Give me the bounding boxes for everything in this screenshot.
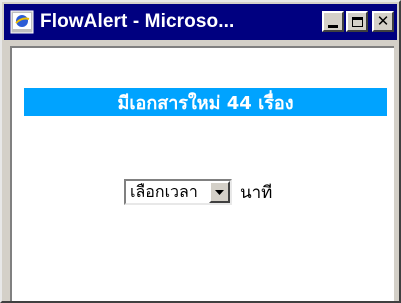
maximize-button[interactable] <box>346 11 368 32</box>
app-window: FlowAlert - Microso... ✕ มีเอกสารใหม่ 44… <box>0 0 401 303</box>
new-documents-banner: มีเอกสารใหม่ 44 เรื่อง <box>24 88 387 116</box>
minimize-button[interactable] <box>322 11 344 32</box>
window-title: FlowAlert - Microso... <box>40 11 235 32</box>
interval-select-value: เลือกเวลา <box>130 181 198 201</box>
chevron-down-icon <box>215 189 224 195</box>
dropdown-button[interactable] <box>209 181 230 203</box>
title-bar[interactable]: FlowAlert - Microso... ✕ <box>4 4 397 40</box>
minutes-label: นาที <box>240 182 273 203</box>
close-icon: ✕ <box>376 12 390 30</box>
interval-row: เลือกเวลา นาที <box>124 178 272 206</box>
ie-icon <box>10 10 34 34</box>
interval-select[interactable]: เลือกเวลา <box>124 179 232 205</box>
maximize-icon <box>351 16 363 27</box>
close-button[interactable]: ✕ <box>372 11 394 32</box>
client-area: มีเอกสารใหม่ 44 เรื่อง เลือกเวลา นาที <box>10 46 394 301</box>
minimize-icon <box>328 24 338 28</box>
